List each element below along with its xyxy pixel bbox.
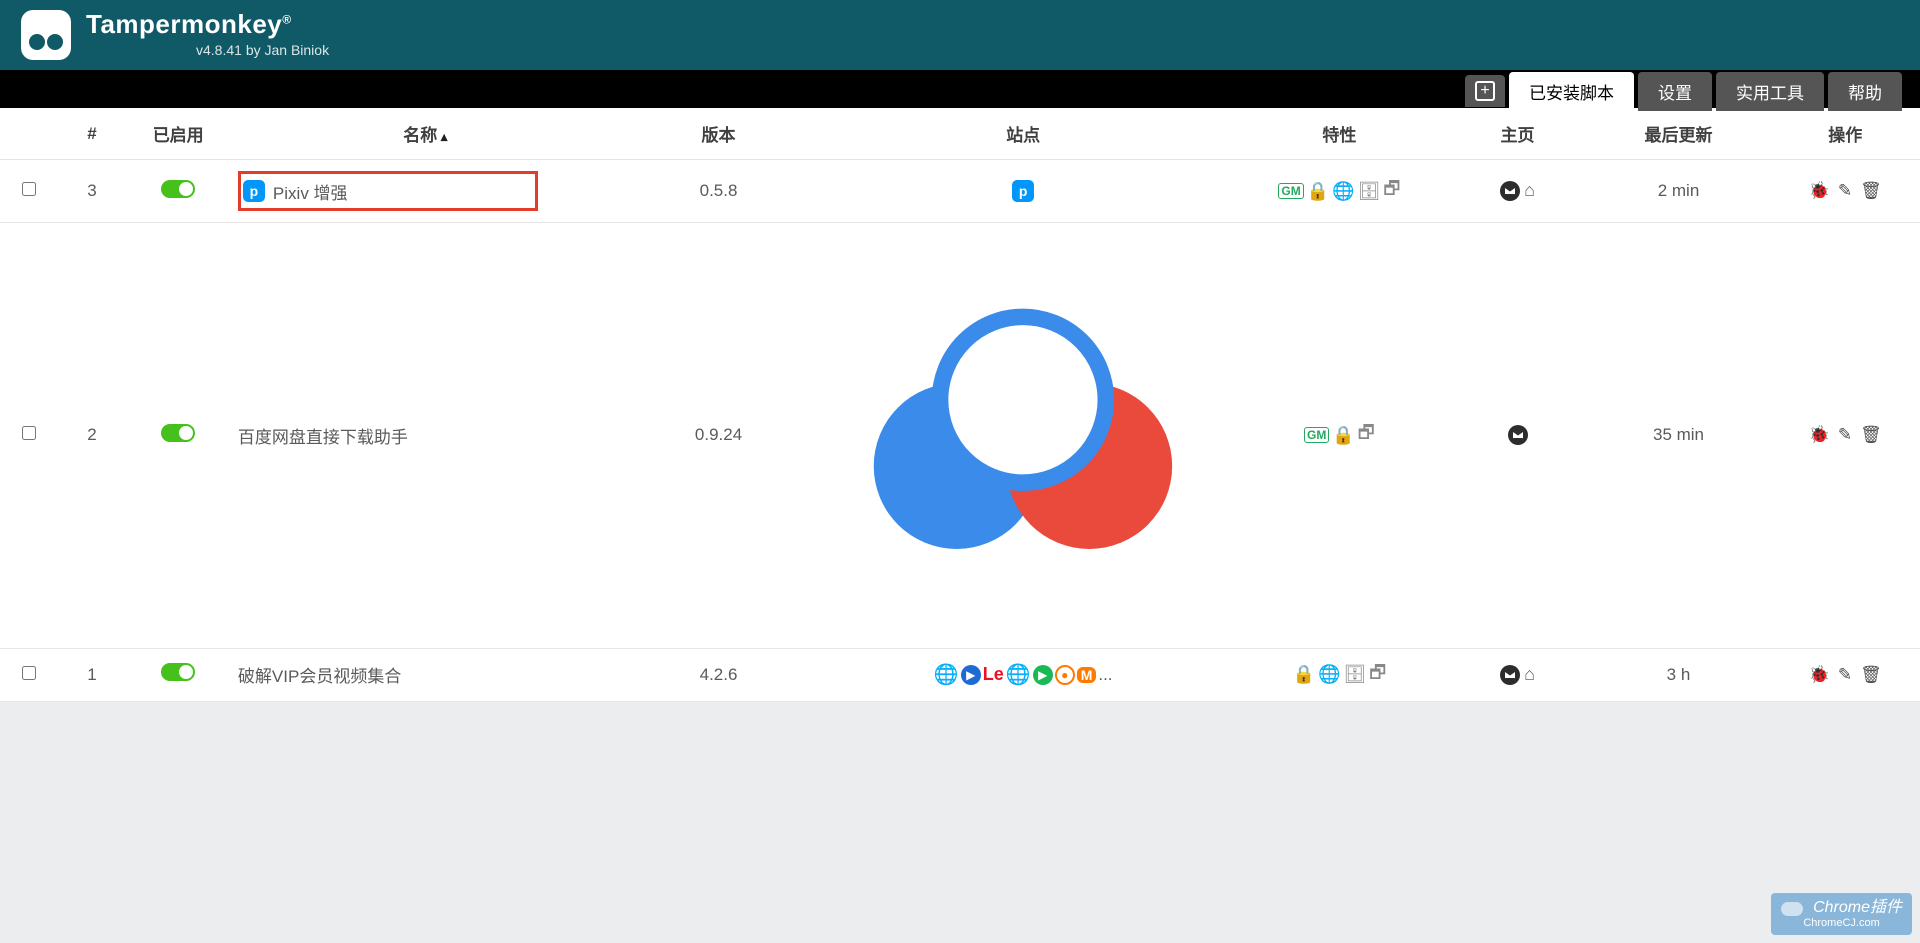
edit-icon[interactable]: ✎ [1838,181,1852,201]
row-checkbox[interactable] [22,666,36,680]
row-number: 1 [57,648,126,701]
letv-icon: Le [983,664,1004,685]
col-number[interactable]: # [57,108,126,160]
iqiyi-icon: ▶ [1033,665,1053,685]
debug-icon[interactable]: 🐞 [1809,665,1830,685]
updated-cell: 2 min [1587,160,1771,223]
windows-icon: 🗗 [1383,176,1400,206]
windows-icon: 🗗 [1358,420,1375,450]
site-icons: 🌐▶Le🌐▶●M... [934,662,1113,687]
globe-icon: 🌐 [1332,181,1354,202]
row-number: 2 [57,223,126,649]
edit-icon[interactable]: ✎ [1838,425,1852,445]
tab-installed-scripts[interactable]: 已安装脚本 [1509,72,1634,111]
enable-toggle[interactable] [161,424,195,442]
script-favicon: p [243,180,265,202]
mgtv-icon: M [1077,667,1097,683]
version-cell: 4.2.6 [621,648,816,701]
database-icon: 🗄 [1343,664,1366,685]
support-icon[interactable] [1508,425,1528,445]
gm-api-icon: GM [1278,183,1303,199]
script-name[interactable]: 百度网盘直接下载助手 [238,423,408,448]
scripts-table: # 已启用 名称 版本 站点 特性 主页 最后更新 操作 3 p Pixiv 增强 0… [0,108,1920,702]
globe-icon: 🌐 [1006,662,1031,687]
tampermonkey-logo-icon [20,9,72,61]
col-features[interactable]: 特性 [1230,108,1448,160]
table-row[interactable]: 3 p Pixiv 增强 0.5.8 p GM🔒🌐🗄🗗 ⌂ 2 min 🐞 ✎ 🗑 [0,160,1920,223]
col-updated[interactable]: 最后更新 [1587,108,1771,160]
table-header-row: # 已启用 名称 版本 站点 特性 主页 最后更新 操作 [0,108,1920,160]
col-site[interactable]: 站点 [816,108,1230,160]
support-icon[interactable] [1500,665,1520,685]
globe-icon: 🌐 [934,662,959,687]
brand-title: Tampermonkey® [86,9,329,40]
tab-strip: + 已安装脚本 设置 实用工具 帮助 [0,70,1920,108]
enable-toggle[interactable] [161,663,195,681]
tab-help[interactable]: 帮助 [1828,72,1902,111]
tab-new-script[interactable]: + [1465,75,1505,107]
version-cell: 0.5.8 [621,160,816,223]
row-checkbox[interactable] [22,182,36,196]
table-row[interactable]: 2 百度网盘直接下载助手 0.9.24 GM🔒🗗 35 min 🐞 ✎ 🗑 [0,223,1920,649]
watermark-sub: ChromeCJ.com [1781,917,1902,929]
debug-icon[interactable]: 🐞 [1809,181,1830,201]
homepage-icon[interactable]: ⌂ [1524,664,1535,685]
delete-icon[interactable]: 🗑 [1860,181,1882,201]
debug-icon[interactable]: 🐞 [1809,425,1830,445]
delete-icon[interactable]: 🗑 [1860,665,1882,685]
cloud-icon [1781,902,1803,916]
col-name[interactable]: 名称 [230,108,621,160]
tab-settings[interactable]: 设置 [1638,72,1712,111]
watermark-title: Chrome插件 [1813,899,1902,916]
edit-icon[interactable]: ✎ [1838,665,1852,685]
row-number: 3 [57,160,126,223]
app-header: Tampermonkey® v4.8.41 by Jan Biniok [0,0,1920,70]
windows-icon: 🗗 [1369,660,1386,690]
brand-byline: v4.8.41 by Jan Biniok [196,42,329,58]
row-checkbox[interactable] [22,426,36,440]
script-name[interactable]: 破解VIP会员视频集合 [238,662,401,687]
logo-block: Tampermonkey® v4.8.41 by Jan Biniok [20,9,329,61]
database-icon: 🗄 [1358,181,1381,202]
more-sites: ... [1098,665,1112,685]
plus-box-icon: + [1475,81,1495,101]
col-version[interactable]: 版本 [621,108,816,160]
baiduyun-icon [824,617,1222,636]
tab-tools[interactable]: 实用工具 [1716,72,1824,111]
highlighted-script: p Pixiv 增强 [238,171,538,211]
delete-icon[interactable]: 🗑 [1860,425,1882,445]
lock-icon: 🔒 [1332,425,1354,446]
lock-icon: 🔒 [1293,664,1315,685]
col-enabled[interactable]: 已启用 [126,108,229,160]
col-home[interactable]: 主页 [1449,108,1587,160]
updated-cell: 3 h [1587,648,1771,701]
homepage-icon[interactable]: ⌂ [1524,180,1535,201]
support-icon[interactable] [1500,181,1520,201]
table-row[interactable]: 1破解VIP会员视频集合4.2.6🌐▶Le🌐▶●M...🔒🌐🗄🗗⌂3 h🐞✎🗑 [0,648,1920,701]
enable-toggle[interactable] [161,180,195,198]
lock-icon: 🔒 [1307,181,1329,202]
site-icon: ● [1055,665,1075,685]
version-cell: 0.9.24 [621,223,816,649]
updated-cell: 35 min [1587,223,1771,649]
watermark-badge: Chrome插件 ChromeCJ.com [1771,893,1912,935]
col-checkbox[interactable] [0,108,57,160]
gm-api-icon: GM [1304,427,1329,443]
pixiv-icon: p [1012,180,1034,202]
globe-icon: 🌐 [1318,664,1340,685]
col-ops[interactable]: 操作 [1770,108,1920,160]
site-icon: ▶ [961,665,981,685]
script-name[interactable]: Pixiv 增强 [273,179,348,204]
